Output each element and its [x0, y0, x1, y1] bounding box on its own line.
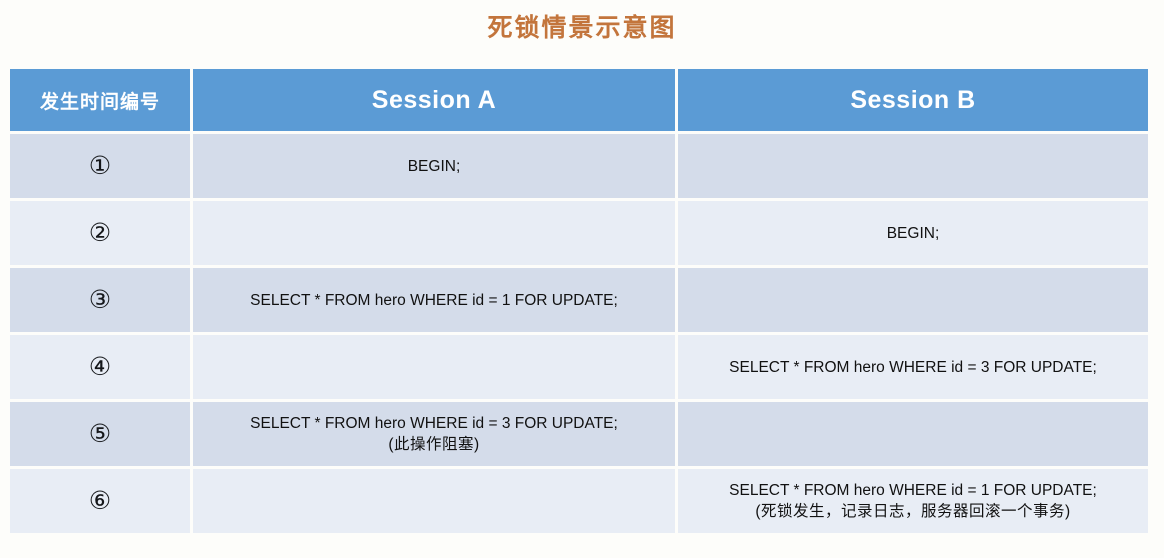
session-b-cell [678, 268, 1148, 332]
statement-line: BEGIN; [886, 224, 940, 242]
table-body: ① BEGIN; ② BEGIN; ③ SELECT * FROM hero WHERE … [10, 134, 1148, 533]
statement-line: BEGIN; [407, 157, 461, 175]
page-title: 死锁情景示意图 [487, 13, 677, 42]
column-header-session-b: Session B [678, 69, 1148, 131]
table-row: ④ SELECT * FROM hero WHERE id = 3 FOR UPD… [10, 335, 1148, 399]
deadlock-table: 发生时间编号 Session A Session B ① BEGIN; ② BEGIN… [7, 66, 1151, 536]
session-b-cell: SELECT * FROM hero WHERE id = 1 FOR UPDA… [678, 469, 1148, 533]
column-header-time-number: 发生时间编号 [10, 69, 190, 131]
time-number-cell: ④ [10, 335, 190, 399]
session-a-cell: BEGIN; [193, 134, 675, 198]
header-row: 发生时间编号 Session A Session B [10, 69, 1148, 131]
statement-line: (此操作阻塞) [388, 436, 480, 453]
time-number-cell: ⑥ [10, 469, 190, 533]
session-a-cell: SELECT * FROM hero WHERE id = 1 FOR UPDA… [193, 268, 675, 332]
statement-line: SELECT * FROM hero WHERE id = 3 FOR UPDA… [250, 415, 618, 432]
session-b-cell: SELECT * FROM hero WHERE id = 3 FOR UPDA… [678, 335, 1148, 399]
table-header: 发生时间编号 Session A Session B [10, 69, 1148, 131]
session-b-cell [678, 134, 1148, 198]
statement-line: SELECT * FROM hero WHERE id = 3 FOR UPDA… [729, 358, 1097, 376]
column-header-session-a: Session A [193, 69, 675, 131]
session-a-cell [193, 335, 675, 399]
session-a-cell: SELECT * FROM hero WHERE id = 3 FOR UPDA… [193, 402, 675, 466]
session-b-cell [678, 402, 1148, 466]
table-row: ⑤ SELECT * FROM hero WHERE id = 3 FOR UPD… [10, 402, 1148, 466]
deadlock-diagram-page: 死锁情景示意图 发生时间编号 Session A Session B ① BEGI… [0, 0, 1164, 558]
time-number-cell: ② [10, 201, 190, 265]
table-row: ③ SELECT * FROM hero WHERE id = 1 FOR UPD… [10, 268, 1148, 332]
statement-line: SELECT * FROM hero WHERE id = 1 FOR UPDA… [729, 482, 1097, 499]
session-a-cell [193, 201, 675, 265]
time-number-cell: ⑤ [10, 402, 190, 466]
time-number-cell: ① [10, 134, 190, 198]
statement-line: (死锁发生，记录日志，服务器回滚一个事务) [755, 503, 1071, 520]
session-b-cell: BEGIN; [678, 201, 1148, 265]
time-number-cell: ③ [10, 268, 190, 332]
table-row: ⑥ SELECT * FROM hero WHERE id = 1 FOR UPD… [10, 469, 1148, 533]
session-a-cell [193, 469, 675, 533]
deadlock-table-wrapper: 发生时间编号 Session A Session B ① BEGIN; ② BEGIN… [10, 69, 1148, 533]
statement-line: SELECT * FROM hero WHERE id = 1 FOR UPDA… [250, 291, 618, 309]
table-row: ② BEGIN; [10, 201, 1148, 265]
table-row: ① BEGIN; [10, 134, 1148, 198]
